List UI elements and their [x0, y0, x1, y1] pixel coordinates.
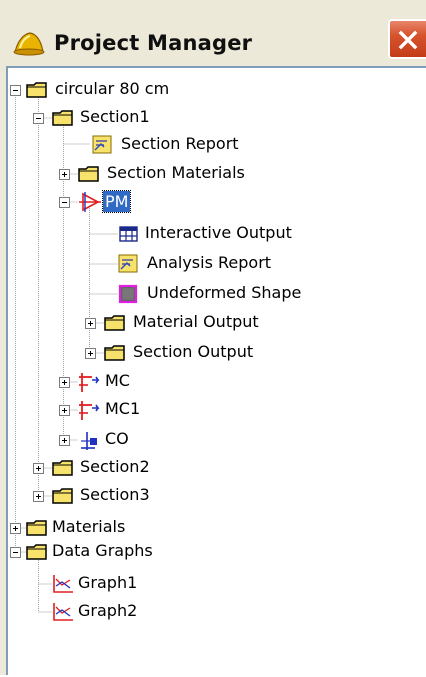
report-icon	[92, 135, 112, 154]
tree-item-section3[interactable]: Section3	[52, 482, 212, 512]
window-title: Project Manager	[54, 31, 253, 55]
collapse-root-toggle[interactable]	[10, 85, 21, 96]
collapse-data-graphs-toggle[interactable]	[10, 547, 21, 558]
moment-curvature-icon	[79, 401, 100, 420]
tree-item-label: Material Output	[133, 312, 259, 331]
project-manager-window: Project Manager circular 80 cm Section1 …	[0, 0, 426, 675]
folder-icon	[26, 82, 47, 98]
tree-item-section2[interactable]: Section2	[52, 454, 212, 484]
folder-icon	[52, 110, 73, 126]
graph-icon	[53, 575, 73, 593]
moment-curvature-icon	[79, 373, 100, 392]
tree-item-mc1[interactable]: MC1	[78, 396, 198, 426]
tree-item-undeformed-shape[interactable]: Undeformed Shape	[118, 280, 358, 310]
folder-icon	[104, 345, 125, 361]
tree-item-label: Section3	[80, 485, 150, 504]
expand-materials-toggle[interactable]	[10, 523, 21, 534]
tree-item-label: Graph2	[78, 601, 138, 620]
expand-mc-toggle[interactable]	[59, 377, 70, 388]
expand-mc1-toggle[interactable]	[59, 405, 70, 416]
close-button[interactable]	[388, 19, 426, 59]
expand-material-output-toggle[interactable]	[85, 318, 96, 329]
tree-item-label: Undeformed Shape	[147, 283, 302, 302]
project-manager-icon	[13, 32, 45, 56]
collapse-section1-toggle[interactable]	[33, 113, 44, 124]
tree-item-co[interactable]: CO	[78, 426, 198, 456]
tree-item-graph2[interactable]: Graph2	[52, 598, 192, 628]
tree-item-label: Section2	[80, 457, 150, 476]
tree-item-material-output[interactable]: Material Output	[104, 309, 344, 339]
tree-item-label: Materials	[52, 517, 126, 536]
tree-item-graph1[interactable]: Graph1	[52, 570, 192, 600]
tree-item-label: Section Materials	[107, 163, 245, 182]
folder-icon	[26, 544, 47, 560]
tree-item-label: Section Output	[133, 342, 254, 361]
tree-item-label-selected: PM	[101, 190, 132, 213]
tree-item-label: circular 80 cm	[55, 79, 170, 98]
folder-icon	[52, 488, 73, 504]
collapse-pm-toggle[interactable]	[59, 197, 70, 208]
tree-item-analysis-report[interactable]: Analysis Report	[118, 250, 358, 280]
tree-item-pm[interactable]: PM	[78, 188, 198, 218]
expand-co-toggle[interactable]	[59, 435, 70, 446]
tree-item-label: Graph1	[78, 573, 138, 592]
tree-item-section-report[interactable]: Section Report	[92, 131, 312, 161]
tree-item-data-graphs[interactable]: Data Graphs	[26, 538, 206, 568]
folder-icon	[104, 315, 125, 331]
tree-item-label: Interactive Output	[145, 223, 292, 242]
undeformed-shape-icon	[118, 284, 138, 304]
tree-item-label: Data Graphs	[52, 541, 153, 560]
folder-icon	[78, 166, 99, 182]
project-tree[interactable]: circular 80 cm Section1 Section Report S…	[6, 66, 426, 675]
expand-section3-toggle[interactable]	[33, 491, 44, 502]
pm-analysis-icon	[79, 192, 101, 212]
tree-item-label: MC1	[105, 399, 141, 418]
tree-item-label: MC	[105, 371, 130, 390]
tree-item-mc[interactable]: MC	[78, 368, 198, 398]
expand-section-output-toggle[interactable]	[85, 348, 96, 359]
tree-item-section1[interactable]: Section1	[52, 104, 212, 134]
tree-item-label: Section1	[80, 107, 150, 126]
expand-section-materials-toggle[interactable]	[59, 169, 70, 180]
expand-section2-toggle[interactable]	[33, 463, 44, 474]
tree-item-interactive-output[interactable]: Interactive Output	[118, 220, 358, 250]
graph-icon	[53, 603, 73, 621]
tree-item-section-output[interactable]: Section Output	[104, 339, 344, 369]
co-analysis-icon	[81, 432, 97, 450]
tree-item-label: Section Report	[121, 134, 239, 153]
tree-item-section-materials[interactable]: Section Materials	[78, 160, 318, 190]
tree-item-label: Analysis Report	[147, 253, 272, 272]
report-icon	[118, 254, 138, 273]
folder-icon	[26, 520, 47, 536]
close-icon	[398, 30, 418, 50]
folder-icon	[52, 460, 73, 476]
table-output-icon	[119, 226, 138, 242]
tree-item-root[interactable]: circular 80 cm	[26, 76, 226, 106]
tree-item-label: CO	[105, 429, 129, 448]
